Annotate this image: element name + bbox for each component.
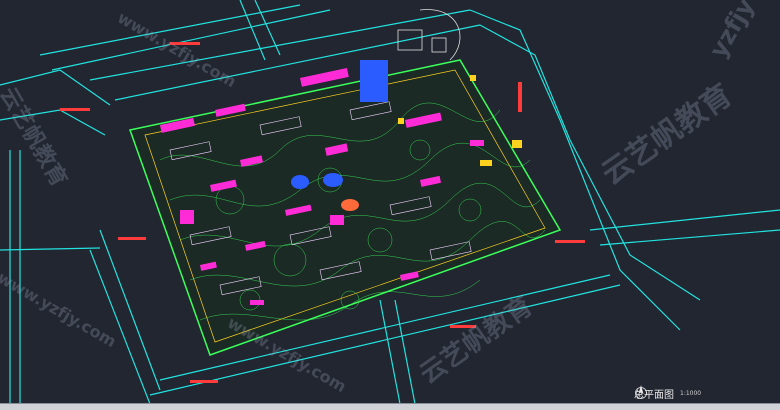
cad-drawing-viewport[interactable]: 云艺帆教育 云艺帆教育 云艺帆教育 www.yzfjy.com www.yzfj…: [0, 0, 780, 404]
site-plan-drawing: [0, 0, 780, 404]
north-arrow-icon: [635, 385, 647, 399]
drawing-title-block: 总平面图 1:1000: [634, 384, 701, 402]
status-bar: [0, 403, 780, 410]
drawing-scale: 1:1000: [680, 389, 702, 397]
